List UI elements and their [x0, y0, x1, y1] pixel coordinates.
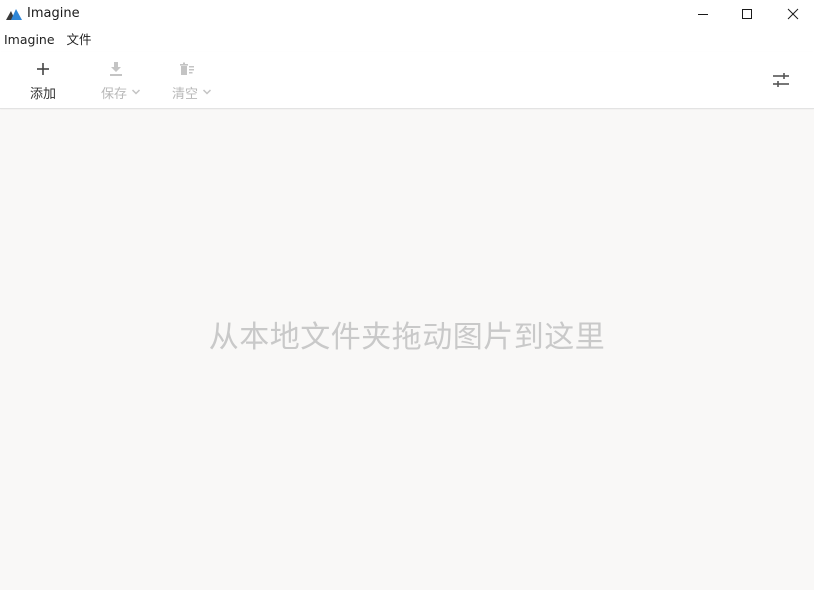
- clear-button[interactable]: 清空: [168, 52, 216, 109]
- save-button[interactable]: 保存: [98, 52, 144, 109]
- drop-zone[interactable]: 从本地文件夹拖动图片到这里: [0, 110, 814, 590]
- chevron-down-icon: [131, 89, 141, 95]
- close-icon: [787, 8, 799, 20]
- menu-bar: Imagine 文件: [0, 28, 814, 52]
- minimize-button[interactable]: [680, 0, 726, 28]
- download-icon: [110, 62, 122, 76]
- sliders-icon: [773, 73, 789, 87]
- drop-hint-text: 从本地文件夹拖动图片到这里: [208, 320, 606, 355]
- window-title: Imagine: [27, 6, 80, 21]
- title-bar[interactable]: Imagine: [0, 0, 814, 28]
- add-button-label: 添加: [29, 86, 56, 102]
- plus-icon: [37, 63, 49, 75]
- maximize-icon: [742, 9, 752, 19]
- toolbar: 添加 保存 清空: [0, 52, 814, 109]
- close-button[interactable]: [770, 0, 814, 28]
- clear-button-label: 清空: [171, 86, 198, 102]
- add-button[interactable]: 添加: [26, 52, 60, 109]
- maximize-button[interactable]: [724, 0, 770, 28]
- menu-item-imagine[interactable]: Imagine: [4, 28, 55, 52]
- save-button-label: 保存: [100, 86, 127, 102]
- clear-list-icon: [180, 62, 194, 75]
- minimize-icon: [698, 14, 708, 15]
- menu-item-file[interactable]: 文件: [67, 28, 92, 52]
- chevron-down-icon: [202, 89, 212, 95]
- app-window: Imagine Imagine 文件 添加 保存 清空 从本地文件夹拖动图片到这…: [0, 0, 814, 590]
- app-logo-icon: [6, 9, 22, 20]
- settings-button[interactable]: [770, 69, 792, 91]
